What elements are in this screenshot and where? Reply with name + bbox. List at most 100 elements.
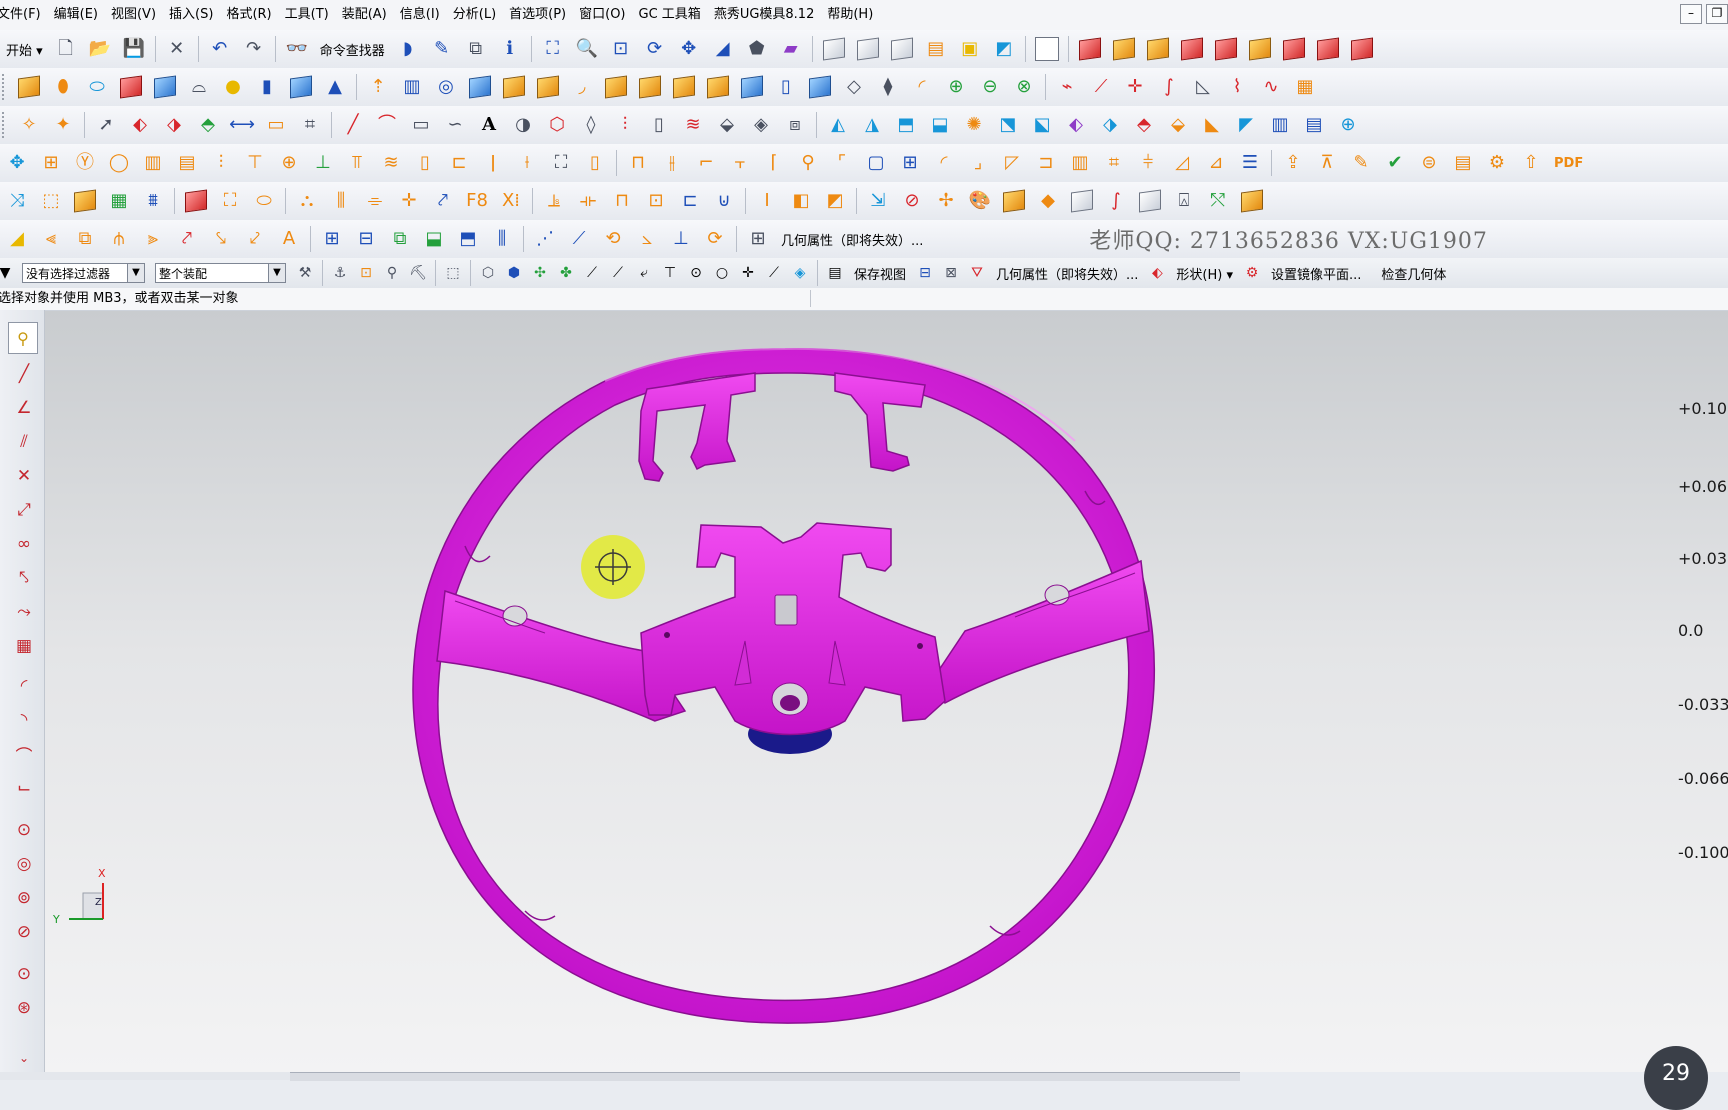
freeform-3-icon[interactable]: ⬒ bbox=[892, 111, 920, 139]
surface-4-icon[interactable]: ▯ bbox=[645, 111, 673, 139]
minimize-button[interactable]: – bbox=[1680, 4, 1702, 24]
open-icon[interactable]: 📂 bbox=[86, 35, 114, 63]
tool-b5-icon[interactable]: ⫸ bbox=[139, 225, 167, 253]
menu-yanxiu-mold[interactable]: 燕秀UG模具8.12 bbox=[710, 0, 824, 30]
split-icon[interactable]: ◇ bbox=[840, 73, 868, 101]
groove-icon[interactable] bbox=[602, 73, 630, 101]
mold-5-icon[interactable]: ▤ bbox=[173, 149, 201, 177]
view-iso-icon[interactable] bbox=[888, 35, 916, 63]
up-arrow-icon[interactable]: ⇧ bbox=[1517, 149, 1545, 177]
wcs-icon[interactable]: ◩ bbox=[990, 35, 1018, 63]
sketch-fillet-icon[interactable]: ⌙ bbox=[10, 774, 38, 802]
menu-window[interactable]: 窗口(O) bbox=[575, 0, 634, 30]
sketch-circle-4-icon[interactable]: ⊘ bbox=[10, 918, 38, 946]
selection-scope-select[interactable]: 整个装配 ▼ bbox=[155, 263, 286, 283]
geom-props-icon[interactable]: ⛛ bbox=[966, 262, 988, 284]
boss-icon[interactable] bbox=[466, 73, 494, 101]
view-top-icon[interactable] bbox=[854, 35, 882, 63]
curve-tool-2-icon[interactable]: ⟋ bbox=[1087, 73, 1115, 101]
mold-tool-3-icon[interactable] bbox=[1144, 35, 1172, 63]
sketch-cross-icon[interactable]: ✕ bbox=[10, 462, 38, 490]
shape-icon[interactable]: ⬖ bbox=[1146, 262, 1168, 284]
studio-icon[interactable]: ▰ bbox=[777, 35, 805, 63]
palette-more-icon[interactable]: ⌄ bbox=[10, 1044, 38, 1072]
sketch-line-icon[interactable]: ╱ bbox=[10, 360, 38, 388]
tool-b19-icon[interactable]: ⦣ bbox=[633, 225, 661, 253]
bridge-icon[interactable]: ⌓ bbox=[185, 73, 213, 101]
mold-17-icon[interactable]: ▯ bbox=[581, 149, 609, 177]
select-faces-icon[interactable]: ⚲ bbox=[381, 262, 403, 284]
mold-42-icon[interactable]: ▤ bbox=[1449, 149, 1477, 177]
curve-tool-3-icon[interactable]: ✛ bbox=[1121, 73, 1149, 101]
tool-a29-icon[interactable] bbox=[1068, 187, 1096, 215]
type-filter-select[interactable]: 没有选择过滤器 ▼ bbox=[22, 263, 145, 283]
menu-assemblies[interactable]: 装配(A) bbox=[338, 0, 396, 30]
mold-tool-5-icon[interactable] bbox=[1212, 35, 1240, 63]
mold-tool-4-icon[interactable] bbox=[1178, 35, 1206, 63]
mold-16-icon[interactable]: ⛶ bbox=[547, 149, 575, 177]
mold-14-icon[interactable]: ǀ bbox=[479, 149, 507, 177]
mold-7-icon[interactable]: ⊤ bbox=[241, 149, 269, 177]
tool-b6-icon[interactable]: ⤤ bbox=[173, 225, 201, 253]
tool-a15-icon[interactable]: X⁞ bbox=[497, 187, 525, 215]
surface-2-icon[interactable]: ◊ bbox=[577, 111, 605, 139]
freeform-6-icon[interactable]: ⬔ bbox=[994, 111, 1022, 139]
save-icon[interactable]: 💾 bbox=[120, 35, 148, 63]
tool-a18-icon[interactable]: ⊓ bbox=[608, 187, 636, 215]
mold-11-icon[interactable]: ≋ bbox=[377, 149, 405, 177]
tool-a31-icon[interactable] bbox=[1136, 187, 1164, 215]
tool-a25-icon[interactable]: ⇲ bbox=[864, 187, 892, 215]
save-view-button[interactable]: 保存视图 bbox=[848, 264, 912, 283]
mold-19-icon[interactable]: ⫲ bbox=[658, 149, 686, 177]
surface-1-icon[interactable]: ⬡ bbox=[543, 111, 571, 139]
freeform-12-icon[interactable]: ◣ bbox=[1198, 111, 1226, 139]
tool-b4-icon[interactable]: ⫛ bbox=[105, 225, 133, 253]
mold-2-icon[interactable]: Ⓨ bbox=[71, 149, 99, 177]
snap-point-2-icon[interactable]: ⬢ bbox=[503, 262, 525, 284]
mold-38-icon[interactable]: ⊼ bbox=[1313, 149, 1341, 177]
tool-b15-icon[interactable]: ⫼ bbox=[488, 225, 516, 253]
menu-analysis[interactable]: 分析(L) bbox=[449, 0, 505, 30]
mold-10-icon[interactable]: ⫪ bbox=[343, 149, 371, 177]
curve-tool-1-icon[interactable]: ⌁ bbox=[1053, 73, 1081, 101]
mold-22-icon[interactable]: ⌈ bbox=[760, 149, 788, 177]
mold-30-icon[interactable]: ⊐ bbox=[1032, 149, 1060, 177]
mold-32-icon[interactable]: ⌗ bbox=[1100, 149, 1128, 177]
move-icon[interactable]: ✥ bbox=[3, 149, 31, 177]
tool-a16-icon[interactable]: ⫡ bbox=[540, 187, 568, 215]
sketch-circle-2-icon[interactable]: ◎ bbox=[10, 850, 38, 878]
surface-8-icon[interactable]: ⧈ bbox=[781, 111, 809, 139]
sketch-curve-icon[interactable]: ⤳ bbox=[10, 598, 38, 626]
curve-tool-7-icon[interactable]: ∿ bbox=[1257, 73, 1285, 101]
fit-icon[interactable]: ⛶ bbox=[539, 35, 567, 63]
freeform-10-icon[interactable]: ⬘ bbox=[1130, 111, 1158, 139]
tool-a26-icon[interactable]: ✢ bbox=[932, 187, 960, 215]
sketch-circle-icon[interactable]: ⊙ bbox=[10, 816, 38, 844]
tool-b14-icon[interactable]: ⬒ bbox=[454, 225, 482, 253]
tool-a3-icon[interactable] bbox=[71, 187, 99, 215]
mold-41-icon[interactable]: ⊜ bbox=[1415, 149, 1443, 177]
mold-13-icon[interactable]: ⊏ bbox=[445, 149, 473, 177]
check-geometry-button[interactable]: 检查几何体 bbox=[1375, 264, 1452, 283]
mold-23-icon[interactable]: ⚲ bbox=[794, 149, 822, 177]
cylinder-solid-icon[interactable]: ▮ bbox=[253, 73, 281, 101]
background-icon[interactable] bbox=[1033, 35, 1061, 63]
tool-a6-icon[interactable] bbox=[182, 187, 210, 215]
mold-20-icon[interactable]: ⌐ bbox=[692, 149, 720, 177]
redo-icon[interactable]: ↷ bbox=[240, 35, 268, 63]
snap-line-2-icon[interactable]: ⟋ bbox=[607, 262, 629, 284]
cube-icon[interactable] bbox=[287, 73, 315, 101]
menu-preferences[interactable]: 首选项(P) bbox=[505, 0, 575, 30]
mold-3-icon[interactable]: ◯ bbox=[105, 149, 133, 177]
surface-6-icon[interactable]: ⬙ bbox=[713, 111, 741, 139]
snap-point-1-icon[interactable]: ⬡ bbox=[477, 262, 499, 284]
zoom-window-icon[interactable]: ⊡ bbox=[607, 35, 635, 63]
tool-a2-icon[interactable]: ⬚ bbox=[37, 187, 65, 215]
tool-b20-icon[interactable]: ⊥ bbox=[667, 225, 695, 253]
emboss-icon[interactable] bbox=[670, 73, 698, 101]
swirl-icon[interactable]: ◑ bbox=[509, 111, 537, 139]
selection-menu-icon[interactable]: ▼ bbox=[0, 262, 16, 284]
block-icon[interactable] bbox=[15, 73, 43, 101]
revolve-icon[interactable]: ▥ bbox=[398, 73, 426, 101]
sketch-link-icon[interactable]: ∞ bbox=[10, 530, 38, 558]
